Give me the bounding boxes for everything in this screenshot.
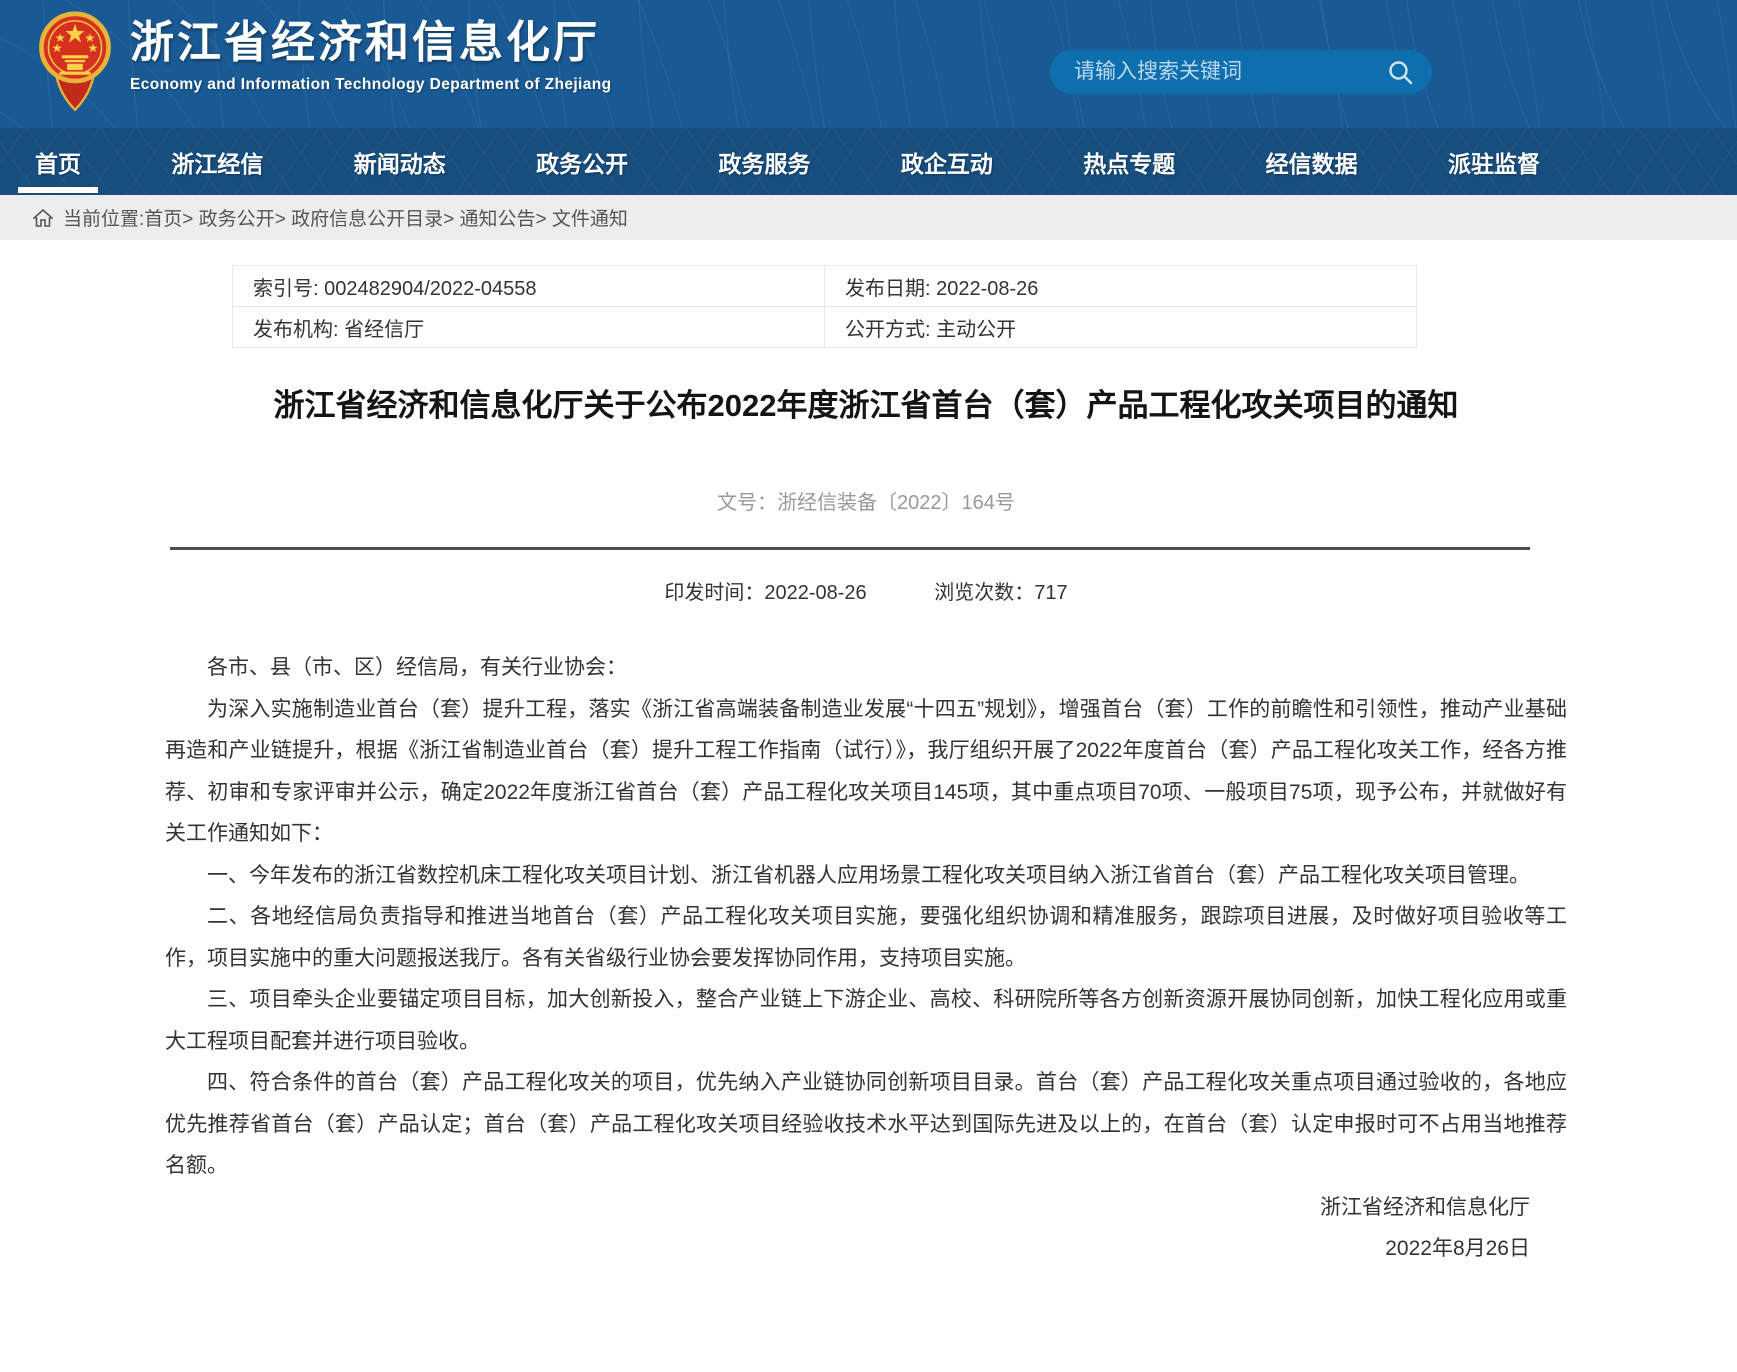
breadcrumb-separator: > bbox=[443, 209, 459, 230]
search-icon bbox=[1387, 74, 1414, 89]
meta-cell: 发布日期: 2022-08-26 bbox=[825, 266, 1417, 307]
title-divider bbox=[170, 547, 1530, 550]
breadcrumb-item-2[interactable]: 政府信息公开目录 bbox=[291, 209, 443, 230]
document-paragraph-5: 四、符合条件的首台（套）产品工程化攻关的项目，优先纳入产业链协同创新项目目录。首… bbox=[165, 1062, 1567, 1187]
document-title: 浙江省经济和信息化厅关于公布2022年度浙江省首台（套）产品工程化攻关项目的通知 bbox=[165, 386, 1567, 426]
search-input[interactable] bbox=[1072, 59, 1387, 85]
views-label: 浏览次数： bbox=[934, 582, 1034, 604]
nav-item-3[interactable]: 政务公开 bbox=[536, 128, 628, 195]
search-box bbox=[1050, 50, 1432, 94]
views-group: 浏览次数：717 bbox=[934, 582, 1067, 604]
site-subtitle: Economy and Information Technology Depar… bbox=[130, 76, 612, 94]
breadcrumb-item-3[interactable]: 通知公告 bbox=[459, 209, 535, 230]
breadcrumb-item-0[interactable]: 首页 bbox=[144, 209, 182, 230]
document-body: 各市、县（市、区）经信局，有关行业协会：为深入实施制造业首台（套）提升工程，落实… bbox=[165, 647, 1567, 1187]
site-title: 浙江省经济和信息化厅 bbox=[130, 16, 612, 70]
meta-cell: 索引号: 002482904/2022-04558 bbox=[233, 266, 825, 307]
national-emblem-logo bbox=[36, 11, 114, 120]
search-button[interactable] bbox=[1387, 59, 1414, 86]
breadcrumb: 当前位置: 首页> 政务公开> 政府信息公开目录> 通知公告> 文件通知 bbox=[0, 195, 1737, 240]
nav-item-6[interactable]: 热点专题 bbox=[1083, 128, 1175, 195]
document-paragraph-2: 一、今年发布的浙江省数控机床工程化攻关项目计划、浙江省机器人应用场景工程化攻关项… bbox=[165, 855, 1567, 897]
signature-org: 浙江省经济和信息化厅 bbox=[165, 1187, 1530, 1229]
document-paragraph-3: 二、各地经信局负责指导和推进当地首台（套）产品工程化攻关项目实施，要强化组织协调… bbox=[165, 896, 1567, 979]
breadcrumb-items: 首页> 政务公开> 政府信息公开目录> 通知公告> 文件通知 bbox=[144, 204, 628, 231]
nav-item-1[interactable]: 浙江经信 bbox=[171, 128, 263, 195]
views-value: 717 bbox=[1034, 582, 1067, 604]
document-signature: 浙江省经济和信息化厅 2022年8月26日 bbox=[165, 1187, 1567, 1270]
document-meta-table: 索引号: 002482904/2022-04558发布日期: 2022-08-2… bbox=[232, 265, 1417, 348]
site-header: 浙江省经济和信息化厅 Economy and Information Techn… bbox=[0, 0, 1737, 128]
document-number-line: 文号：浙经信装备〔2022〕164号 bbox=[165, 486, 1567, 515]
nav-list: 首页 浙江经信 新闻动态 政务公开 政务服务 政企互动 热点专题 经信数据 派驻监督 bbox=[0, 128, 1737, 195]
meta-cell: 公开方式: 主动公开 bbox=[825, 307, 1417, 348]
document-paragraph-4: 三、项目牵头企业要锚定项目目标，加大创新投入，整合产业链上下游企业、高校、科研院… bbox=[165, 979, 1567, 1062]
breadcrumb-prefix: 当前位置: bbox=[63, 204, 144, 231]
breadcrumb-item-4[interactable]: 文件通知 bbox=[552, 209, 628, 230]
document-info-line: 印发时间：2022-08-26 浏览次数：717 bbox=[165, 576, 1567, 605]
signature-date: 2022年8月26日 bbox=[165, 1228, 1530, 1270]
nav-item-8[interactable]: 派驻监督 bbox=[1448, 128, 1540, 195]
print-date-label: 印发时间： bbox=[664, 582, 764, 604]
print-date-value: 2022-08-26 bbox=[764, 582, 866, 604]
document-paragraph-0: 各市、县（市、区）经信局，有关行业协会： bbox=[165, 647, 1567, 689]
main-nav: 首页 浙江经信 新闻动态 政务公开 政务服务 政企互动 热点专题 经信数据 派驻监督 bbox=[0, 128, 1737, 195]
breadcrumb-separator: > bbox=[535, 209, 551, 230]
home-icon bbox=[33, 209, 53, 227]
breadcrumb-separator: > bbox=[182, 209, 198, 230]
nav-item-0[interactable]: 首页 bbox=[35, 128, 81, 195]
document-number-label: 文号： bbox=[717, 492, 777, 514]
meta-cell: 发布机构: 省经信厅 bbox=[233, 307, 825, 348]
breadcrumb-separator: > bbox=[275, 209, 291, 230]
document-number-value: 浙经信装备〔2022〕164号 bbox=[777, 492, 1015, 514]
nav-item-4[interactable]: 政务服务 bbox=[719, 128, 811, 195]
nav-item-5[interactable]: 政企互动 bbox=[901, 128, 993, 195]
document: 浙江省经济和信息化厅关于公布2022年度浙江省首台（套）产品工程化攻关项目的通知… bbox=[165, 386, 1567, 1270]
nav-item-2[interactable]: 新闻动态 bbox=[354, 128, 446, 195]
nav-item-7[interactable]: 经信数据 bbox=[1266, 128, 1358, 195]
site-brand: 浙江省经济和信息化厅 Economy and Information Techn… bbox=[130, 16, 612, 94]
breadcrumb-item-1[interactable]: 政务公开 bbox=[199, 209, 275, 230]
document-paragraph-1: 为深入实施制造业首台（套）提升工程，落实《浙江省高端装备制造业发展“十四五”规划… bbox=[165, 689, 1567, 855]
